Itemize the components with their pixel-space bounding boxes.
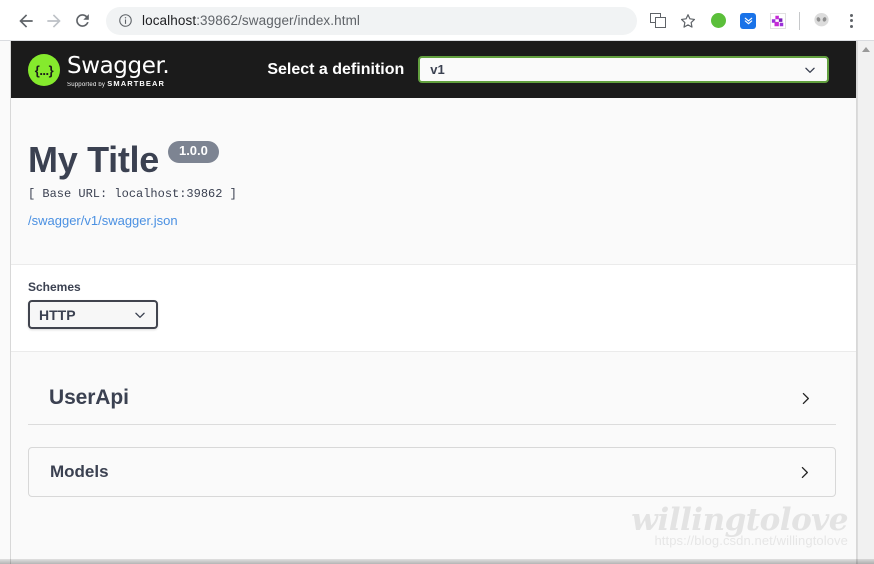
api-title-row: My Title 1.0.0	[28, 139, 836, 180]
purple-extension-icon[interactable]	[765, 8, 791, 34]
vertical-scrollbar[interactable]	[857, 41, 874, 564]
bookmark-star-icon[interactable]	[675, 8, 701, 34]
url-text: localhost:39862/swagger/index.html	[142, 13, 360, 28]
watermark: willingtolove https://blog.csdn.net/will…	[631, 501, 848, 548]
purple-glyph	[770, 12, 786, 29]
select-definition-label: Select a definition	[267, 60, 405, 78]
browser-toolbar: localhost:39862/swagger/index.html	[0, 0, 874, 41]
swagger-logo-text: Swagger. Supported by SMARTBEAR	[67, 51, 170, 89]
swagger-logo[interactable]: {...} Swagger. Supported by SMARTBEAR	[28, 51, 170, 89]
watermark-name: willingtolove	[631, 501, 848, 538]
three-dot-menu-icon[interactable]	[838, 8, 864, 34]
api-info-section: My Title 1.0.0 [ Base URL: localhost:398…	[11, 98, 856, 265]
chevron-down-icon	[133, 308, 147, 322]
schemes-section: Schemes HTTP	[11, 265, 856, 352]
tag-section-userapi[interactable]: UserApi	[28, 372, 836, 425]
forward-button[interactable]	[40, 7, 68, 35]
swagger-wordmark-dot: .	[162, 53, 170, 79]
page-title: My Title	[28, 139, 159, 180]
profile-avatar-icon[interactable]	[808, 8, 834, 34]
swagger-ui-page: {...} Swagger. Supported by SMARTBEAR Se…	[10, 41, 857, 564]
schemes-select[interactable]: HTTP	[28, 300, 158, 329]
three-dot-glyph	[849, 13, 853, 28]
window-bottom-shadow	[0, 559, 874, 564]
reload-icon	[73, 11, 92, 30]
swagger-logo-glyph: {...}	[34, 62, 54, 78]
translate-glyph	[649, 13, 667, 28]
schemes-label: Schemes	[28, 280, 81, 294]
scroll-up-arrow-icon[interactable]	[858, 41, 874, 58]
green-circle-glyph	[710, 13, 726, 28]
models-section[interactable]: Models	[28, 447, 836, 497]
chevron-down-icon	[803, 63, 817, 77]
watermark-url: https://blog.csdn.net/willingtolove	[654, 533, 848, 548]
green-circle-extension-icon[interactable]	[705, 8, 731, 34]
back-button[interactable]	[12, 7, 40, 35]
models-title: Models	[50, 462, 109, 481]
supported-by-prefix: Supported by	[67, 82, 106, 88]
chevron-right-icon[interactable]	[796, 464, 813, 481]
page-viewport: {...} Swagger. Supported by SMARTBEAR Se…	[0, 41, 874, 564]
swagger-wordmark: Swagger.	[67, 53, 170, 79]
swagger-logo-icon: {...}	[28, 54, 60, 86]
swagger-json-link[interactable]: /swagger/v1/swagger.json	[28, 213, 178, 228]
base-url-text: [ Base URL: localhost:39862 ]	[28, 187, 237, 201]
swagger-wordmark-text: Swagger	[67, 53, 163, 79]
arrow-left-icon	[16, 11, 36, 31]
address-bar[interactable]: localhost:39862/swagger/index.html	[106, 6, 637, 35]
definition-select[interactable]: v1	[418, 56, 830, 83]
info-circle-icon[interactable]	[118, 13, 133, 28]
toolbar-divider	[799, 11, 800, 30]
avatar-glyph	[813, 13, 829, 27]
tag-name: UserApi	[49, 386, 129, 409]
smartbear-brand: SMARTBEAR	[107, 79, 166, 88]
blue-square-glyph	[740, 12, 756, 29]
swagger-supported-by: Supported by SMARTBEAR	[67, 79, 169, 88]
translate-icon[interactable]	[645, 8, 671, 34]
url-path: :39862/swagger/index.html	[196, 13, 361, 28]
url-host: localhost	[142, 13, 197, 28]
browser-actions	[643, 8, 866, 34]
operations-area: UserApi Models	[11, 352, 856, 497]
blue-chevron-extension-icon[interactable]	[735, 8, 761, 34]
chevron-right-icon[interactable]	[797, 390, 814, 407]
reload-button[interactable]	[68, 7, 96, 35]
swagger-topbar: {...} Swagger. Supported by SMARTBEAR Se…	[11, 41, 856, 98]
definition-select-value: v1	[430, 62, 445, 77]
arrow-right-icon	[44, 11, 64, 31]
version-badge: 1.0.0	[167, 141, 219, 163]
scrollbar-thumb[interactable]	[860, 59, 872, 359]
schemes-select-value: HTTP	[39, 306, 76, 323]
